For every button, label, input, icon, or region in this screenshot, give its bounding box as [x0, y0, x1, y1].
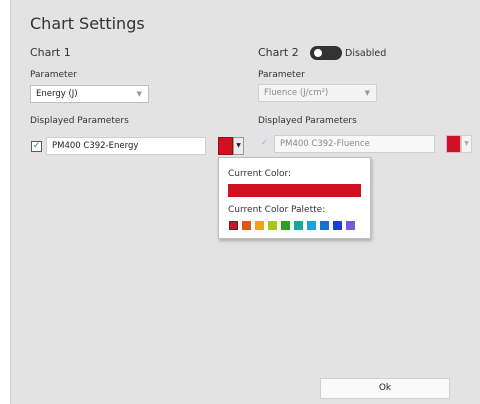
chevron-down-icon: ▼ [136, 90, 142, 98]
chart2-parameter-value: Fluence (J/cm²) [264, 88, 329, 98]
chart2-parameter-label: Parameter [258, 70, 305, 80]
ok-button-label: Ok [378, 383, 392, 393]
color-picker-popup: Current Color: Current Color Palette: [218, 157, 371, 239]
palette-swatch[interactable] [307, 221, 316, 230]
palette-label: Current Color Palette: [228, 205, 326, 215]
chart1-parameter-value: Energy (J) [36, 89, 78, 99]
chevron-down-icon: ▼ [236, 142, 241, 149]
chart1-header: Chart 1 [30, 46, 71, 59]
dialog-title: Chart Settings [30, 14, 145, 33]
palette-swatch[interactable] [320, 221, 329, 230]
checkmark-icon: ✓ [32, 141, 41, 151]
palette-swatch[interactable] [229, 221, 238, 230]
chart2-parameter-select[interactable]: Fluence (J/cm²) ▼ [258, 84, 377, 102]
chart1-item-text: PM400 C392-Energy [52, 141, 139, 151]
palette-swatch[interactable] [255, 221, 264, 230]
chart2-enable-toggle[interactable] [310, 46, 342, 60]
chart1-parameter-label: Parameter [30, 70, 77, 80]
chart1-item-field[interactable]: PM400 C392-Energy [46, 137, 206, 155]
current-color-label: Current Color: [228, 169, 292, 179]
chart1-item-checkbox[interactable]: ✓ [31, 141, 42, 152]
palette-swatch[interactable] [281, 221, 290, 230]
chart1-displayed-label: Displayed Parameters [30, 116, 129, 126]
chart1-color-swatch[interactable] [218, 137, 233, 155]
chart2-item-checkbox[interactable]: ✓ [259, 139, 270, 150]
chart2-displayed-label: Displayed Parameters [258, 116, 357, 126]
palette-swatch[interactable] [333, 221, 342, 230]
chevron-down-icon: ▼ [464, 140, 469, 147]
ok-button[interactable]: Ok [320, 378, 450, 399]
chart2-header: Chart 2 [258, 46, 299, 59]
checkmark-icon: ✓ [260, 138, 269, 148]
chart1-color-dropdown-button[interactable]: ▼ [233, 137, 244, 155]
chart1-parameter-select[interactable]: Energy (J) ▼ [30, 85, 149, 103]
chevron-down-icon: ▼ [364, 89, 370, 97]
current-color-bar [228, 184, 361, 197]
chart2-toggle-state: Disabled [345, 48, 387, 59]
chart2-item-text: PM400 C392-Fluence [280, 139, 370, 149]
chart2-color-swatch[interactable] [446, 135, 461, 153]
palette-swatch[interactable] [294, 221, 303, 230]
palette-swatch[interactable] [346, 221, 355, 230]
chart2-item-field[interactable]: PM400 C392-Fluence [274, 135, 435, 153]
toggle-knob [314, 49, 322, 57]
palette-swatch[interactable] [242, 221, 251, 230]
palette-swatch[interactable] [268, 221, 277, 230]
chart2-color-dropdown-button[interactable]: ▼ [461, 135, 472, 153]
